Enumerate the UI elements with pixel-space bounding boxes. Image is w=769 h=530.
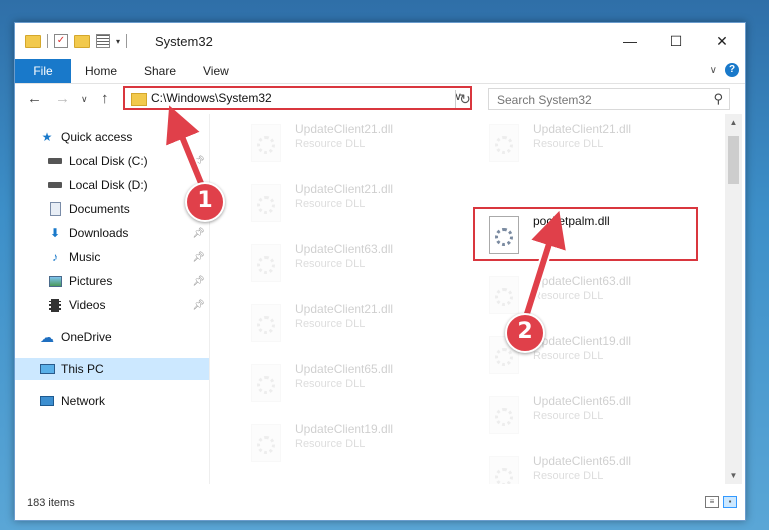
step-badge-2: 2 bbox=[505, 313, 545, 353]
step-badge-1: 1 bbox=[185, 182, 225, 222]
annotation-arrows bbox=[166, 105, 566, 325]
arrow-2 bbox=[522, 210, 566, 323]
arrow-1 bbox=[166, 105, 206, 191]
